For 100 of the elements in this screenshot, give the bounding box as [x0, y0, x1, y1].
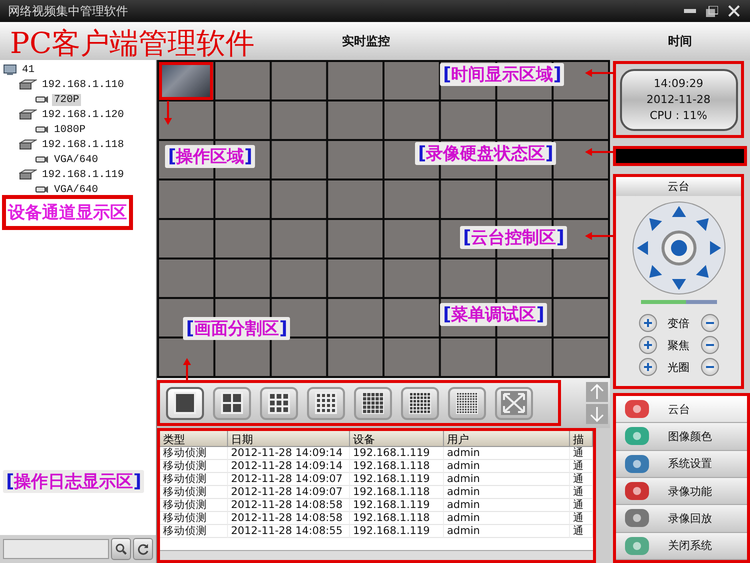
table-cell: admin	[444, 499, 570, 512]
menu-item[interactable]: 录像回放	[616, 505, 747, 533]
layout-button[interactable]	[166, 386, 204, 420]
menu-item[interactable]: 录像功能	[616, 478, 747, 506]
annotation-label: 设备通道显示区	[2, 195, 133, 230]
menu-item[interactable]: 系统设置	[616, 450, 747, 478]
tree-item[interactable]: 192.168.1.110	[40, 78, 126, 90]
grid-layout-icon	[409, 392, 431, 414]
table-cell: 2012-11-28 14:08:58	[228, 512, 350, 525]
restore-icon[interactable]	[706, 6, 718, 16]
annotation-label: 菜单调试区	[451, 304, 536, 326]
minus-button[interactable]	[700, 336, 718, 354]
direction-pad-icon[interactable]	[630, 200, 726, 296]
plus-icon	[644, 341, 652, 349]
panel-heading: 云台	[616, 177, 741, 196]
bracket-mark: ]	[545, 143, 554, 164]
table-cell: 通	[570, 473, 593, 486]
control-label: 光圈	[666, 360, 690, 374]
table-cell: 通	[570, 512, 593, 525]
tree-item[interactable]: 192.168.1.118	[40, 138, 126, 150]
bracket-mark: [	[443, 64, 452, 85]
annotation-label: 录像硬盘状态区	[426, 143, 546, 165]
tree-item[interactable]: 1080P	[52, 124, 88, 136]
table-cell: 移动侦测	[160, 460, 228, 473]
cpu-usage-text: CPU : 11%	[650, 109, 708, 122]
close-icon[interactable]	[728, 5, 740, 17]
tree-item[interactable]: 192.168.1.119	[40, 168, 126, 180]
bracket-mark: [	[186, 318, 194, 339]
slider-track[interactable]	[640, 300, 716, 304]
table-cell: 192.168.1.118	[350, 460, 444, 473]
table-cell: 2012-11-28 14:09:14	[228, 447, 350, 460]
tree-item[interactable]: 41	[20, 64, 37, 76]
bracket-mark: ]	[244, 146, 252, 167]
layout-button[interactable]	[354, 386, 392, 420]
column-header[interactable]: 设备	[350, 431, 444, 447]
grid-layout-icon	[221, 392, 243, 414]
camera-icon	[35, 125, 49, 134]
search-field[interactable]	[3, 539, 109, 559]
panel-heading: 实时监控	[342, 32, 390, 50]
annotation-label: 时间显示区域	[451, 64, 554, 86]
plus-button[interactable]	[638, 358, 656, 376]
table-cell: 2012-11-28 14:08:55	[228, 525, 350, 538]
layout-button[interactable]	[213, 386, 251, 420]
control-label: 变倍	[666, 316, 690, 330]
plus-button[interactable]	[638, 336, 656, 354]
column-header[interactable]: 描	[570, 431, 593, 447]
table-cell: 移动侦测	[160, 447, 228, 460]
bracket-mark: [	[443, 304, 452, 325]
panel-heading: 时间	[668, 32, 692, 50]
column-header[interactable]: 用户	[444, 431, 570, 447]
layout-button[interactable]	[307, 386, 345, 420]
date-text: 2012-11-28	[646, 93, 710, 106]
table-cell: 通	[570, 486, 593, 499]
table-cell: 移动侦测	[160, 499, 228, 512]
tree-item[interactable]: 720P	[52, 94, 82, 106]
table-cell: 192.168.1.118	[350, 486, 444, 499]
column-header[interactable]: 日期	[228, 431, 350, 447]
bracket-mark: ]	[556, 227, 564, 248]
menu-item[interactable]: 图像颜色	[616, 423, 747, 451]
table-cell: admin	[444, 486, 570, 499]
grid-layout-icon	[268, 392, 290, 414]
camera-icon	[35, 95, 49, 104]
bracket-mark: ]	[536, 304, 544, 325]
plus-button[interactable]	[638, 314, 656, 332]
column-header[interactable]: 类型	[160, 431, 228, 447]
minus-button[interactable]	[700, 358, 718, 376]
down-arrow-icon	[589, 406, 605, 422]
recorder-icon	[19, 169, 37, 180]
minus-icon	[706, 341, 714, 349]
plus-icon	[644, 319, 652, 327]
layout-button[interactable]	[401, 386, 439, 420]
arrow-icon	[585, 147, 615, 157]
menu-item[interactable]: 云台	[616, 396, 747, 424]
camera-icon	[35, 155, 49, 164]
tree-item[interactable]: VGA/640	[52, 154, 100, 166]
layout-button[interactable]	[448, 386, 486, 420]
table-cell: admin	[444, 460, 570, 473]
fullscreen-icon	[501, 391, 527, 415]
camera-icon	[35, 185, 49, 194]
table-cell: 通	[570, 460, 593, 473]
bracket-mark: [	[463, 227, 472, 248]
table-cell: admin	[444, 473, 570, 486]
menu-item[interactable]: 关闭系统	[616, 532, 747, 560]
refresh-icon	[137, 543, 149, 555]
arrow-icon	[163, 101, 173, 125]
search-button[interactable]	[111, 538, 131, 560]
horizontal-scrollbar[interactable]	[160, 550, 593, 560]
control-label: 聚焦	[666, 338, 690, 352]
video-thumbnail[interactable]	[159, 62, 214, 100]
minus-button[interactable]	[700, 314, 718, 332]
layout-button[interactable]	[260, 386, 298, 420]
table-cell: 2012-11-28 14:09:07	[228, 473, 350, 486]
grid-layout-icon	[362, 392, 384, 414]
table-cell: 通	[570, 499, 593, 512]
bracket-mark: ]	[133, 471, 142, 492]
tree-item[interactable]: VGA/640	[52, 184, 100, 196]
bracket-mark: [	[6, 471, 14, 492]
refresh-button[interactable]	[133, 538, 153, 560]
table-cell: 通	[570, 525, 593, 538]
tree-item[interactable]: 192.168.1.120	[40, 108, 126, 120]
